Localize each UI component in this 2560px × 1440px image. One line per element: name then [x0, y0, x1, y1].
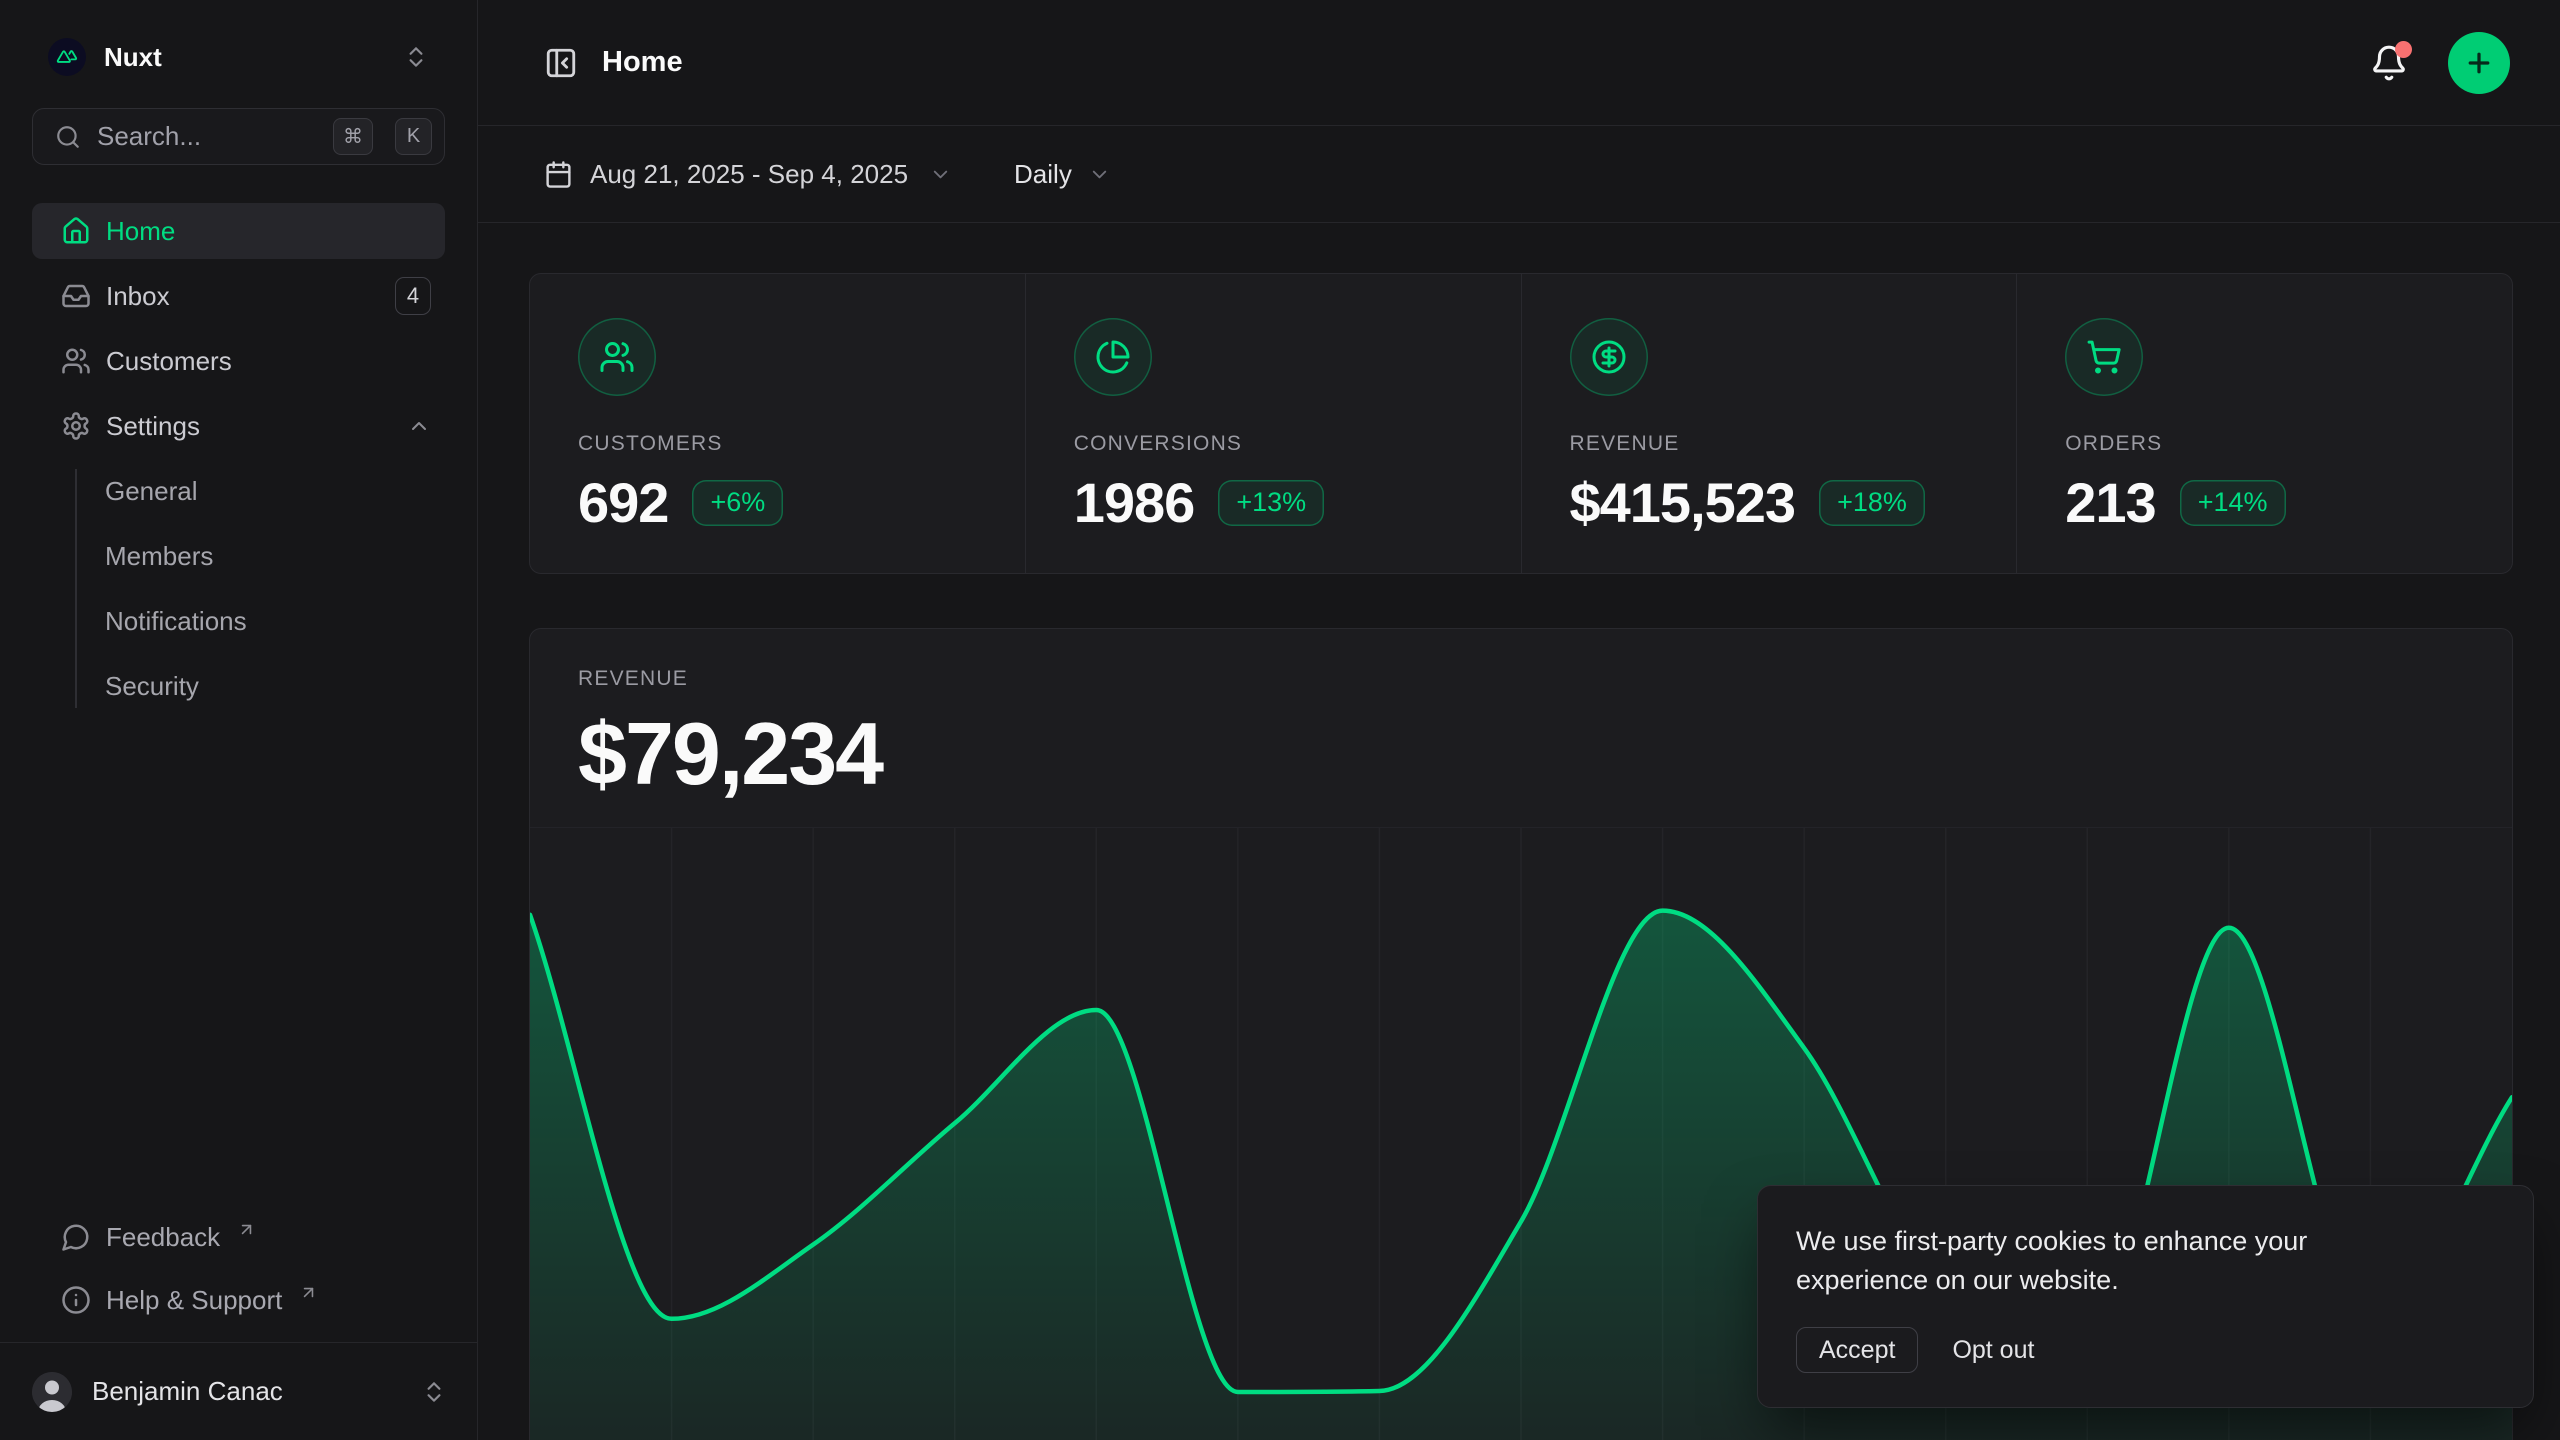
stat-delta-badge: +6%	[692, 480, 783, 526]
pie-chart-icon	[1074, 318, 1152, 396]
kbd-meta: ⌘	[333, 118, 373, 155]
revenue-chart-value: $79,234	[578, 703, 2464, 805]
notification-dot	[2395, 41, 2412, 58]
avatar	[32, 1372, 72, 1412]
external-link-icon	[237, 1220, 256, 1239]
stat-card-customers: CUSTOMERS 692 +6%	[530, 274, 1025, 573]
user-menu[interactable]: Benjamin Canac	[0, 1342, 477, 1440]
sidebar-item-label: Customers	[106, 346, 232, 377]
stat-card-revenue: REVENUE $415,523 +18%	[1521, 274, 2017, 573]
sidebar-item-home[interactable]: Home	[32, 203, 445, 259]
stat-card-orders: ORDERS 213 +14%	[2016, 274, 2512, 573]
external-link-icon	[299, 1283, 318, 1302]
gear-icon	[61, 411, 91, 441]
stat-label: REVENUE	[1570, 432, 1969, 456]
sidebar-item-label: Inbox	[106, 281, 170, 312]
inbox-icon	[61, 281, 91, 311]
search-input[interactable]: Search... ⌘ K	[32, 108, 445, 165]
sidebar-item-general[interactable]: General	[32, 463, 445, 519]
chevron-down-icon	[929, 163, 952, 186]
stat-value: 692	[578, 470, 668, 535]
sub-item-label: Notifications	[105, 606, 247, 637]
stats-row: CUSTOMERS 692 +6% CONVERSIONS 1986 +13%	[529, 273, 2513, 574]
search-placeholder: Search...	[97, 121, 317, 152]
stat-delta-badge: +13%	[1218, 480, 1324, 526]
stat-label: CUSTOMERS	[578, 432, 977, 456]
cookie-optout-button[interactable]: Opt out	[1952, 1336, 2034, 1365]
sidebar-item-customers[interactable]: Customers	[32, 333, 445, 389]
chevrons-up-down-icon	[421, 1379, 447, 1405]
sidebar-footer: Feedback Help & Support	[0, 1209, 477, 1328]
search-icon	[55, 124, 81, 150]
feedback-label: Feedback	[106, 1222, 220, 1253]
stat-value: 213	[2065, 470, 2155, 535]
user-name: Benjamin Canac	[88, 1376, 405, 1407]
feedback-link[interactable]: Feedback	[32, 1209, 445, 1265]
period-label: Daily	[1014, 159, 1072, 190]
sidebar-item-label: Settings	[106, 411, 200, 442]
notifications-button[interactable]	[2370, 44, 2408, 82]
revenue-chart-label: REVENUE	[578, 667, 2464, 691]
inbox-count-badge: 4	[395, 277, 431, 315]
help-support-link[interactable]: Help & Support	[32, 1272, 445, 1328]
settings-submenu: General Members Notifications Security	[32, 463, 445, 714]
panel-left-close-icon[interactable]	[544, 46, 578, 80]
stat-delta-badge: +18%	[1819, 480, 1925, 526]
date-range-label: Aug 21, 2025 - Sep 4, 2025	[590, 159, 908, 190]
users-icon	[61, 346, 91, 376]
cookie-message: We use first-party cookies to enhance yo…	[1796, 1222, 2406, 1300]
calendar-icon	[544, 160, 573, 189]
cookie-accept-button[interactable]: Accept	[1796, 1327, 1918, 1373]
circle-dollar-icon	[1570, 318, 1648, 396]
chevrons-up-down-icon	[403, 44, 429, 70]
users-icon	[578, 318, 656, 396]
sidebar-item-members[interactable]: Members	[32, 528, 445, 584]
sidebar: Nuxt Search... ⌘ K Home	[0, 0, 478, 1440]
stat-card-conversions: CONVERSIONS 1986 +13%	[1025, 274, 1521, 573]
page-header: Home	[478, 0, 2560, 126]
sub-item-label: General	[105, 476, 198, 507]
help-support-label: Help & Support	[106, 1285, 282, 1316]
sidebar-item-notifications[interactable]: Notifications	[32, 593, 445, 649]
shopping-cart-icon	[2065, 318, 2143, 396]
cookie-banner: We use first-party cookies to enhance yo…	[1757, 1185, 2534, 1408]
sidebar-item-settings[interactable]: Settings	[32, 398, 445, 454]
stat-delta-badge: +14%	[2180, 480, 2286, 526]
sub-item-label: Members	[105, 541, 213, 572]
header-actions	[2370, 32, 2510, 94]
sidebar-item-inbox[interactable]: Inbox 4	[32, 268, 445, 324]
nuxt-logo-icon	[48, 38, 86, 76]
sidebar-item-security[interactable]: Security	[32, 658, 445, 714]
period-select[interactable]: Daily	[1014, 159, 1111, 190]
stat-value: 1986	[1074, 470, 1195, 535]
sub-item-label: Security	[105, 671, 199, 702]
kbd-k: K	[395, 118, 432, 155]
home-icon	[61, 216, 91, 246]
add-button[interactable]	[2448, 32, 2510, 94]
date-range-picker[interactable]: Aug 21, 2025 - Sep 4, 2025	[544, 159, 952, 190]
page-title: Home	[602, 46, 683, 79]
team-name: Nuxt	[104, 42, 385, 73]
message-circle-icon	[61, 1222, 91, 1252]
sidebar-item-label: Home	[106, 216, 175, 247]
chevron-down-icon	[1088, 163, 1111, 186]
stat-label: ORDERS	[2065, 432, 2464, 456]
stat-value: $415,523	[1570, 470, 1796, 535]
filters-toolbar: Aug 21, 2025 - Sep 4, 2025 Daily	[478, 126, 2560, 223]
sidebar-nav: Home Inbox 4 Customers	[32, 203, 445, 714]
info-icon	[61, 1285, 91, 1315]
team-switcher[interactable]: Nuxt	[32, 28, 445, 86]
stat-label: CONVERSIONS	[1074, 432, 1473, 456]
chevron-up-icon	[407, 414, 431, 438]
